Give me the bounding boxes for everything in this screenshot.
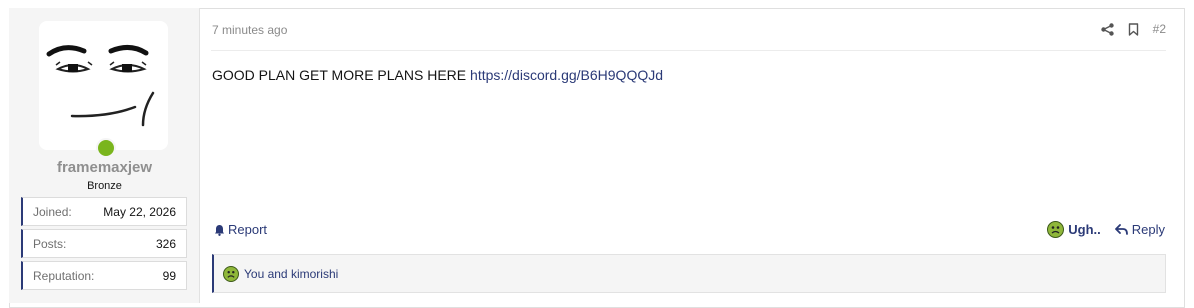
stat-posts: Posts: 326 bbox=[21, 229, 187, 258]
stat-reputation: Reputation: 99 bbox=[21, 261, 187, 290]
online-status-indicator bbox=[96, 138, 116, 158]
reaction-label: Ugh.. bbox=[1068, 222, 1101, 237]
post-link[interactable]: https://discord.gg/B6H9QQQJd bbox=[470, 67, 663, 83]
reply-arrow-icon bbox=[1114, 224, 1128, 235]
report-label: Report bbox=[228, 222, 268, 237]
post-content: GOOD PLAN GET MORE PLANS HERE https://di… bbox=[212, 67, 663, 83]
post-header-actions: #2 bbox=[1100, 22, 1166, 36]
header-divider bbox=[211, 50, 1166, 51]
stat-joined: Joined: May 22, 2026 bbox=[21, 197, 187, 226]
stat-label: Reputation: bbox=[33, 269, 95, 283]
reply-button[interactable]: Reply bbox=[1114, 222, 1165, 237]
post-time[interactable]: 7 minutes ago bbox=[212, 23, 287, 37]
report-button[interactable]: Report bbox=[214, 222, 267, 237]
stat-label: Joined: bbox=[33, 205, 72, 219]
bookmark-icon[interactable] bbox=[1128, 22, 1139, 36]
reactions-bar[interactable]: You and kimorishi bbox=[212, 254, 1166, 293]
reactions-summary: You and kimorishi bbox=[244, 266, 339, 281]
reaction-button[interactable]: Ugh.. bbox=[1047, 221, 1101, 238]
share-icon[interactable] bbox=[1100, 22, 1114, 36]
sick-face-icon bbox=[1047, 221, 1065, 238]
user-title: Bronze bbox=[87, 180, 122, 192]
stat-label: Posts: bbox=[33, 237, 67, 251]
stat-value: 99 bbox=[162, 269, 176, 283]
username[interactable]: framemaxjew bbox=[9, 159, 200, 176]
bell-icon bbox=[214, 224, 225, 236]
avatar[interactable] bbox=[39, 21, 168, 150]
post-number[interactable]: #2 bbox=[1153, 22, 1166, 36]
stat-value: May 22, 2026 bbox=[103, 205, 176, 219]
avatar-face-image bbox=[46, 45, 155, 127]
reply-label: Reply bbox=[1131, 222, 1165, 237]
stat-value: 326 bbox=[155, 237, 176, 251]
post-text: GOOD PLAN GET MORE PLANS HERE bbox=[212, 67, 467, 83]
sick-face-icon bbox=[223, 265, 239, 282]
post-footer-actions: Ugh.. Reply bbox=[1047, 221, 1165, 238]
